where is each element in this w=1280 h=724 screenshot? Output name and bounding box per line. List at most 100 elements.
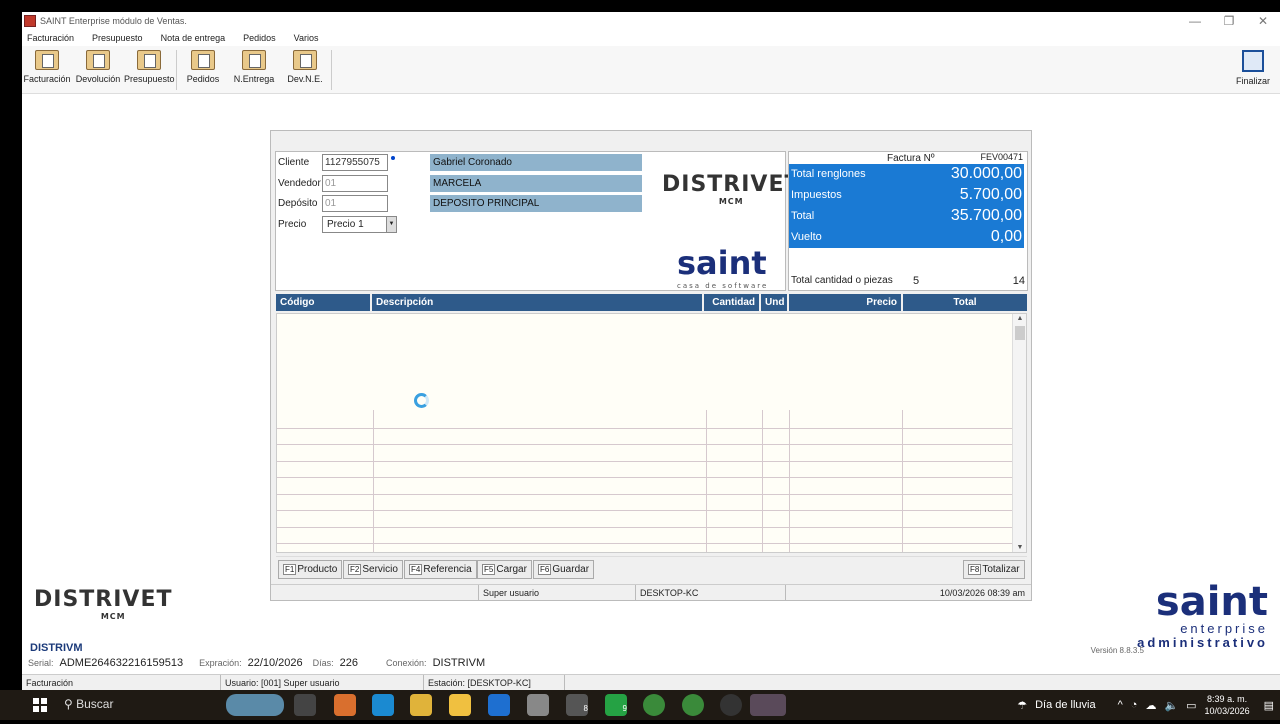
status-user: Super usuario [478, 585, 539, 601]
serial-value: ADME264632216159513 [59, 657, 184, 669]
totals-panel: Factura Nº FEV00471 Total renglones 30.00… [788, 151, 1028, 291]
menu-nota-entrega[interactable]: Nota de entrega [161, 30, 226, 46]
menu-facturacion[interactable]: Facturación [27, 30, 74, 46]
maximize-button[interactable]: ❐ [1212, 12, 1246, 30]
copilot-icon[interactable] [334, 694, 356, 716]
start-button[interactable] [33, 698, 47, 712]
precio-select[interactable]: Precio 1 ▼ [322, 216, 397, 233]
deposito-field[interactable]: 01 [322, 195, 388, 212]
producto-button[interactable]: F1 Producto [278, 560, 343, 579]
days-value: 226 [339, 657, 359, 669]
status-datetime: 10/03/2026 08:39 am [785, 585, 1029, 601]
toolbar-devne-button[interactable]: Dev.N.E. [280, 50, 330, 84]
return-icon [86, 50, 110, 70]
items-grid[interactable]: ▲ ▼ [276, 313, 1027, 553]
vendedor-name: MARCELA [430, 175, 642, 192]
form-status-bar: Super usuario DESKTOP-KC 10/03/2026 08:3… [271, 584, 1031, 601]
menu-presupuesto[interactable]: Presupuesto [92, 30, 143, 46]
required-marker [391, 156, 395, 160]
app-icon [24, 15, 36, 27]
menu-varios[interactable]: Varios [294, 30, 319, 46]
edge-icon[interactable] [372, 694, 394, 716]
finalizar-button[interactable]: Finalizar [1236, 50, 1270, 86]
col-descripcion[interactable]: Descripción [372, 294, 702, 311]
scroll-thumb[interactable] [1015, 326, 1025, 340]
col-cantidad[interactable]: Cantidad [704, 294, 759, 311]
col-codigo[interactable]: Código [276, 294, 370, 311]
grid-col-line [789, 410, 790, 552]
cliente-field[interactable]: 1127955075 [322, 154, 388, 171]
cantidad-row: Total cantidad o piezas 5 14 [791, 275, 1025, 287]
cargar-button[interactable]: F5 Cargar [477, 560, 532, 579]
notification-app-icon[interactable]: 8 [566, 694, 588, 716]
scroll-down-icon[interactable]: ▼ [1013, 544, 1026, 551]
outlook-icon[interactable] [488, 694, 510, 716]
license-info: Serial: ADME264632216159513 Expración: 22/… [28, 657, 486, 669]
wifi-icon[interactable]: ◔ [1131, 699, 1138, 711]
toolbar-presupuesto-button[interactable]: Presupuesto [124, 50, 175, 84]
col-und[interactable]: Und [761, 294, 787, 311]
servicio-button[interactable]: F2 Servicio [343, 560, 403, 579]
header-panel: Cliente 1127955075 Gabriel Coronado Vend… [275, 151, 800, 291]
search-highlight-icon[interactable] [226, 694, 284, 716]
whatsapp-icon[interactable]: 9 [605, 694, 627, 716]
guardar-button[interactable]: F6 Guardar [533, 560, 595, 579]
file-explorer-icon[interactable] [410, 694, 432, 716]
orders-icon [191, 50, 215, 70]
action-bar: F1 Producto F2 Servicio F4 Referencia F5 Car… [276, 556, 1027, 580]
status-module: Facturación [26, 678, 74, 688]
toolbar-separator [176, 50, 177, 90]
notifications-icon[interactable]: ▤ [1264, 699, 1274, 712]
app-icon[interactable] [527, 694, 549, 716]
tray-chevron-icon[interactable]: ^ [1118, 699, 1123, 711]
cliente-label: Cliente [278, 157, 310, 168]
app-window: SAINT Enterprise módulo de Ventas. — ❐ ✕… [22, 12, 1280, 690]
status-empty [564, 675, 569, 690]
cloud-icon[interactable]: ☁ [1145, 699, 1156, 712]
clock[interactable]: 8:39 a. m. 10/03/2026 [1205, 693, 1250, 717]
vuelto-row: Vuelto 0,00 [789, 227, 1024, 248]
task-view-icon[interactable] [294, 694, 316, 716]
budget-icon [137, 50, 161, 70]
totalizar-button[interactable]: F8 Totalizar [963, 560, 1025, 579]
company-name: DISTRIVM [30, 642, 83, 654]
windows-taskbar: ⚲ Buscar 8 9 ☂ Día de lluvia ^ ◔ ☁ 🔈 ▭ 8… [0, 690, 1280, 720]
toolbar-pedidos-button[interactable]: Pedidos [178, 50, 228, 84]
store-icon[interactable] [449, 694, 471, 716]
total-row: Total 35.700,00 [789, 206, 1024, 227]
chrome-icon[interactable] [643, 694, 665, 716]
deposito-name: DEPOSITO PRINCIPAL [430, 195, 642, 212]
referencia-button[interactable]: F4 Referencia [404, 560, 477, 579]
impuestos-row: Impuestos 5.700,00 [789, 185, 1024, 206]
col-total[interactable]: Total [903, 294, 1027, 311]
saint-taskbar-icon[interactable] [750, 694, 786, 716]
grid-scrollbar[interactable]: ▲ ▼ [1012, 314, 1026, 552]
taskbar-search[interactable]: ⚲ Buscar [64, 697, 113, 711]
col-precio[interactable]: Precio [789, 294, 901, 311]
vendedor-label: Vendedor [278, 178, 321, 189]
search-icon: ⚲ [64, 697, 77, 711]
vendedor-field[interactable]: 01 [322, 175, 388, 192]
grid-col-line [706, 410, 707, 552]
connection-value: DISTRIVM [432, 657, 486, 669]
toolbar-nentrega-button[interactable]: N.Entrega [229, 50, 279, 84]
volume-icon[interactable]: 🔈 [1164, 699, 1178, 712]
app-circle-icon[interactable] [720, 694, 742, 716]
delivery-return-icon [293, 50, 317, 70]
close-button[interactable]: ✕ [1246, 12, 1280, 30]
distrivet-logo-bottom: DISTRIVET MCM [34, 587, 173, 621]
delivery-note-icon [242, 50, 266, 70]
scroll-up-icon[interactable]: ▲ [1013, 315, 1026, 322]
monitor-icon[interactable]: ▭ [1186, 699, 1196, 712]
menu-pedidos[interactable]: Pedidos [243, 30, 276, 46]
toolbar-facturacion-button[interactable]: Facturación [22, 50, 72, 84]
grid-col-line [373, 410, 374, 552]
status-station: DESKTOP-KC [635, 585, 698, 601]
loading-spinner-icon [414, 393, 429, 408]
weather-icon[interactable]: ☂ [1017, 699, 1027, 712]
chrome-profile-icon[interactable] [682, 694, 704, 716]
minimize-button[interactable]: — [1178, 12, 1212, 30]
window-title: SAINT Enterprise módulo de Ventas. [40, 16, 187, 26]
weather-text[interactable]: Día de lluvia [1035, 699, 1096, 711]
toolbar-devolucion-button[interactable]: Devolución [73, 50, 123, 84]
